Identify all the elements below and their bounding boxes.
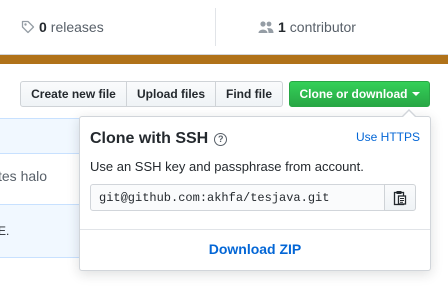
contributors-stat[interactable]: 1 contributor <box>258 0 356 54</box>
tag-icon <box>21 20 35 34</box>
commit-message-row[interactable]: tes halo <box>0 160 82 192</box>
people-icon <box>258 21 274 33</box>
releases-stat[interactable]: 0 releases <box>21 0 104 54</box>
clone-or-download-label: Clone or download <box>299 87 408 101</box>
question-icon[interactable]: ? <box>214 132 228 146</box>
dropdown-arrow-inner <box>402 111 416 118</box>
clipboard-icon <box>393 190 407 205</box>
releases-label: releases <box>50 19 104 35</box>
clone-url-input[interactable]: git@github.com:akhfa/tesjava.git <box>90 184 385 211</box>
caret-down-icon <box>411 92 420 96</box>
commit-message: tes halo <box>0 168 48 184</box>
readme-text: E. <box>0 224 10 238</box>
clone-or-download-button[interactable]: Clone or download <box>289 81 430 107</box>
contributors-count: 1 <box>278 19 286 35</box>
clone-title-text: Clone with SSH <box>90 130 209 147</box>
stats-divider <box>215 8 216 46</box>
releases-count: 0 <box>39 19 47 35</box>
readme-row: E. <box>0 204 82 258</box>
copy-url-button[interactable] <box>384 184 416 211</box>
contributors-label: contributor <box>289 19 356 35</box>
file-list-header <box>0 118 82 154</box>
upload-files-button[interactable]: Upload files <box>126 81 216 107</box>
create-new-file-button[interactable]: Create new file <box>20 81 127 107</box>
clone-description: Use an SSH key and passphrase from accou… <box>90 159 364 174</box>
language-bar[interactable] <box>0 55 448 64</box>
download-zip-link[interactable]: Download ZIP <box>80 241 430 257</box>
clone-dropdown: Clone with SSH ? Use HTTPS Use an SSH ke… <box>79 109 431 271</box>
dropdown-divider <box>80 229 430 230</box>
clone-title: Clone with SSH ? <box>90 130 228 148</box>
use-https-link[interactable]: Use HTTPS <box>356 130 420 144</box>
repo-stats-bar: 0 releases 1 contributor <box>0 0 448 55</box>
find-file-button[interactable]: Find file <box>215 81 283 107</box>
